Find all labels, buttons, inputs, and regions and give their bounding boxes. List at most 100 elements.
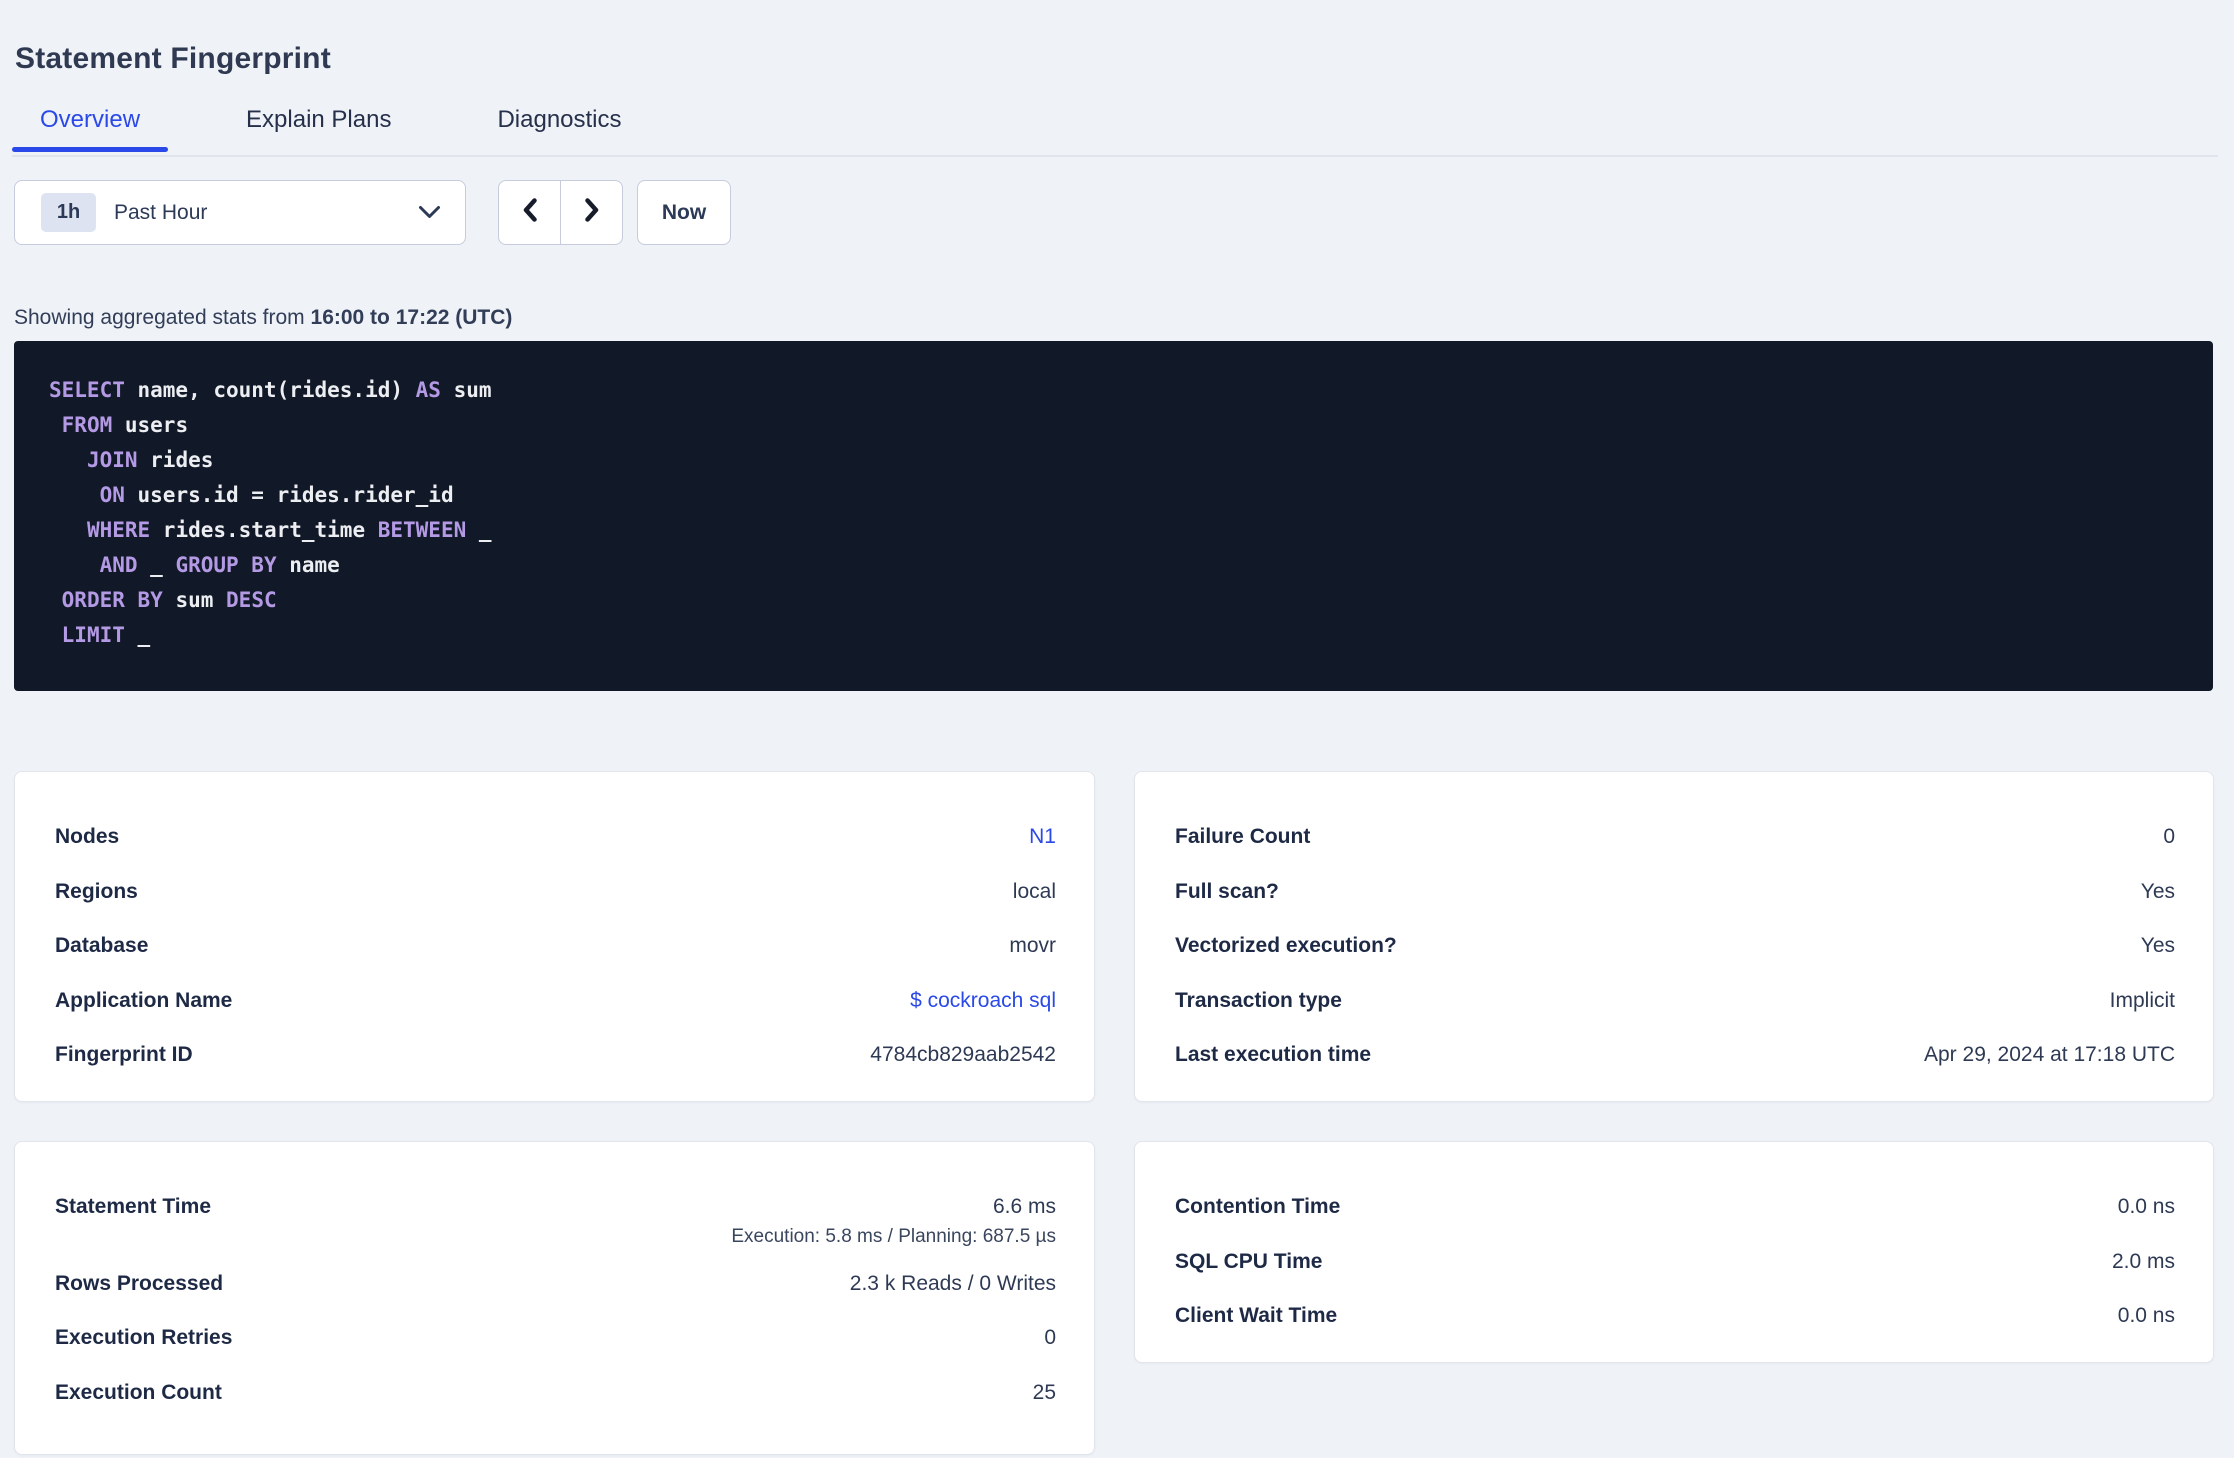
row-value: 4784cb829aab2542 <box>870 1043 1056 1067</box>
card-row: Client Wait Time 0.0 ns <box>1175 1289 2175 1344</box>
sql-text: users <box>112 413 189 437</box>
row-label: Failure Count <box>1175 825 1311 849</box>
card-row: Transaction type Implicit <box>1175 974 2175 1029</box>
row-label: Fingerprint ID <box>55 1043 193 1067</box>
row-value: 2.0 ms <box>2111 1249 2175 1273</box>
row-value: movr <box>1009 934 1056 958</box>
sql-statement: SELECT name, count(rides.id) AS sum FROM… <box>14 341 2213 691</box>
row-label: Rows Processed <box>55 1271 224 1295</box>
card-row: Rows Processed 2.3 k Reads / 0 Writes <box>55 1257 1056 1312</box>
tab-diagnostics[interactable]: Diagnostics <box>469 100 649 152</box>
row-value: 0 <box>1044 1326 1056 1350</box>
chevron-left-icon <box>520 196 540 229</box>
row-value: local <box>1012 879 1056 903</box>
sql-text: name, count(rides.id) <box>124 378 416 402</box>
row-value: 6.6 ms <box>992 1195 1056 1219</box>
row-subvalue: Execution: 5.8 ms / Planning: 687.5 µs <box>731 1225 1056 1247</box>
row-value: 2.3 k Reads / 0 Writes <box>849 1271 1056 1295</box>
sql-keyword: AND <box>99 553 138 577</box>
card-row: Statement Time 6.6 ms Execution: 5.8 ms / … <box>55 1180 1056 1257</box>
tab-bar: Overview Explain Plans Diagnostics <box>12 100 650 152</box>
row-value: 25 <box>1032 1380 1056 1404</box>
chevron-down-icon <box>418 205 441 220</box>
row-value-link[interactable]: N1 <box>1029 825 1056 849</box>
sql-text: _ <box>124 623 151 647</box>
page-title: Statement Fingerprint <box>15 42 331 76</box>
aggregated-stats-line: Showing aggregated stats from 16:00 to 1… <box>14 306 512 330</box>
row-value: 0.0 ns <box>2117 1304 2175 1328</box>
sql-text: rides.start_time <box>150 518 378 542</box>
row-label: Full scan? <box>1175 879 1279 903</box>
sql-keyword: BETWEEN <box>377 518 467 542</box>
stats-line-prefix: Showing aggregated stats from <box>14 306 311 329</box>
sql-line: JOIN rides <box>49 443 2178 478</box>
row-label: Execution Count <box>55 1380 222 1404</box>
sql-text: users.id = rides.rider_id <box>124 483 454 507</box>
card-row: Vectorized execution? Yes <box>1175 919 2175 974</box>
time-range-arrows <box>498 180 623 245</box>
sql-text: rides <box>137 448 214 472</box>
card-row: Execution Retries 0 <box>55 1311 1056 1366</box>
time-range-label: Past Hour <box>114 200 208 224</box>
time-range-dropdown[interactable]: 1h Past Hour <box>14 180 466 245</box>
row-value: Yes <box>2140 934 2175 958</box>
sql-line: AND _ GROUP BY name <box>49 548 2178 583</box>
tab-explain-plans[interactable]: Explain Plans <box>218 100 419 152</box>
row-value-link[interactable]: $ cockroach sql <box>910 989 1056 1013</box>
row-label: Last execution time <box>1175 1043 1372 1067</box>
sql-line: SELECT name, count(rides.id) AS sum <box>49 373 2178 408</box>
sql-keyword: AS <box>415 378 441 402</box>
sql-keyword: ORDER BY <box>61 588 163 612</box>
row-value: Implicit <box>2109 988 2175 1012</box>
row-label: Regions <box>55 879 138 903</box>
row-label: Transaction type <box>1175 988 1342 1012</box>
card-statement-stats: Statement Time 6.6 ms Execution: 5.8 ms / … <box>14 1141 1095 1455</box>
card-row: Fingerprint ID 4784cb829aab2542 <box>55 1028 1056 1083</box>
stats-line-range: 16:00 to 17:22 (UTC) <box>310 306 513 329</box>
sql-text: sum <box>162 588 227 612</box>
time-range-badge: 1h <box>41 193 96 232</box>
card-statement-details: Nodes N1 Regions local Database movr Applicati… <box>14 771 1095 1102</box>
sql-keyword: LIMIT <box>61 623 125 647</box>
row-label: Database <box>55 934 149 958</box>
row-value: 0.0 ns <box>2117 1195 2175 1219</box>
sql-keyword: FROM <box>61 413 113 437</box>
card-row: Database movr <box>55 919 1056 974</box>
tab-overview[interactable]: Overview <box>12 100 169 152</box>
row-label: SQL CPU Time <box>1175 1249 1323 1273</box>
card-time-stats: Contention Time 0.0 ns SQL CPU Time 2.0 ms C… <box>1134 1141 2214 1363</box>
tab-bar-divider <box>12 155 2218 157</box>
sql-line: LIMIT _ <box>49 618 2178 653</box>
sql-text: _ <box>137 553 176 577</box>
sql-text: _ <box>466 518 492 542</box>
previous-time-range-button[interactable] <box>499 181 560 244</box>
card-row: Contention Time 0.0 ns <box>1175 1180 2175 1235</box>
sql-keyword: GROUP BY <box>175 553 277 577</box>
card-row: Full scan? Yes <box>1175 865 2175 920</box>
row-label: Contention Time <box>1175 1195 1341 1219</box>
card-row: Application Name $ cockroach sql <box>55 974 1056 1029</box>
sql-keyword: SELECT <box>49 378 125 402</box>
now-button[interactable]: Now <box>637 180 731 245</box>
row-label: Execution Retries <box>55 1326 233 1350</box>
row-label: Statement Time <box>55 1195 211 1219</box>
row-label: Client Wait Time <box>1175 1304 1338 1328</box>
card-row: Execution Count 25 <box>55 1366 1056 1421</box>
card-execution-attributes: Failure Count 0 Full scan? Yes Vectorized ex… <box>1134 771 2214 1102</box>
row-value: Yes <box>2140 879 2175 903</box>
next-time-range-button[interactable] <box>560 181 622 244</box>
row-label: Application Name <box>55 988 233 1012</box>
card-row: Nodes N1 <box>55 810 1056 865</box>
sql-keyword: WHERE <box>86 518 151 542</box>
card-row: Failure Count 0 <box>1175 810 2175 865</box>
sql-line: WHERE rides.start_time BETWEEN _ <box>49 513 2178 548</box>
row-label: Vectorized execution? <box>1175 934 1397 958</box>
card-row: Regions local <box>55 865 1056 920</box>
sql-line: FROM users <box>49 408 2178 443</box>
